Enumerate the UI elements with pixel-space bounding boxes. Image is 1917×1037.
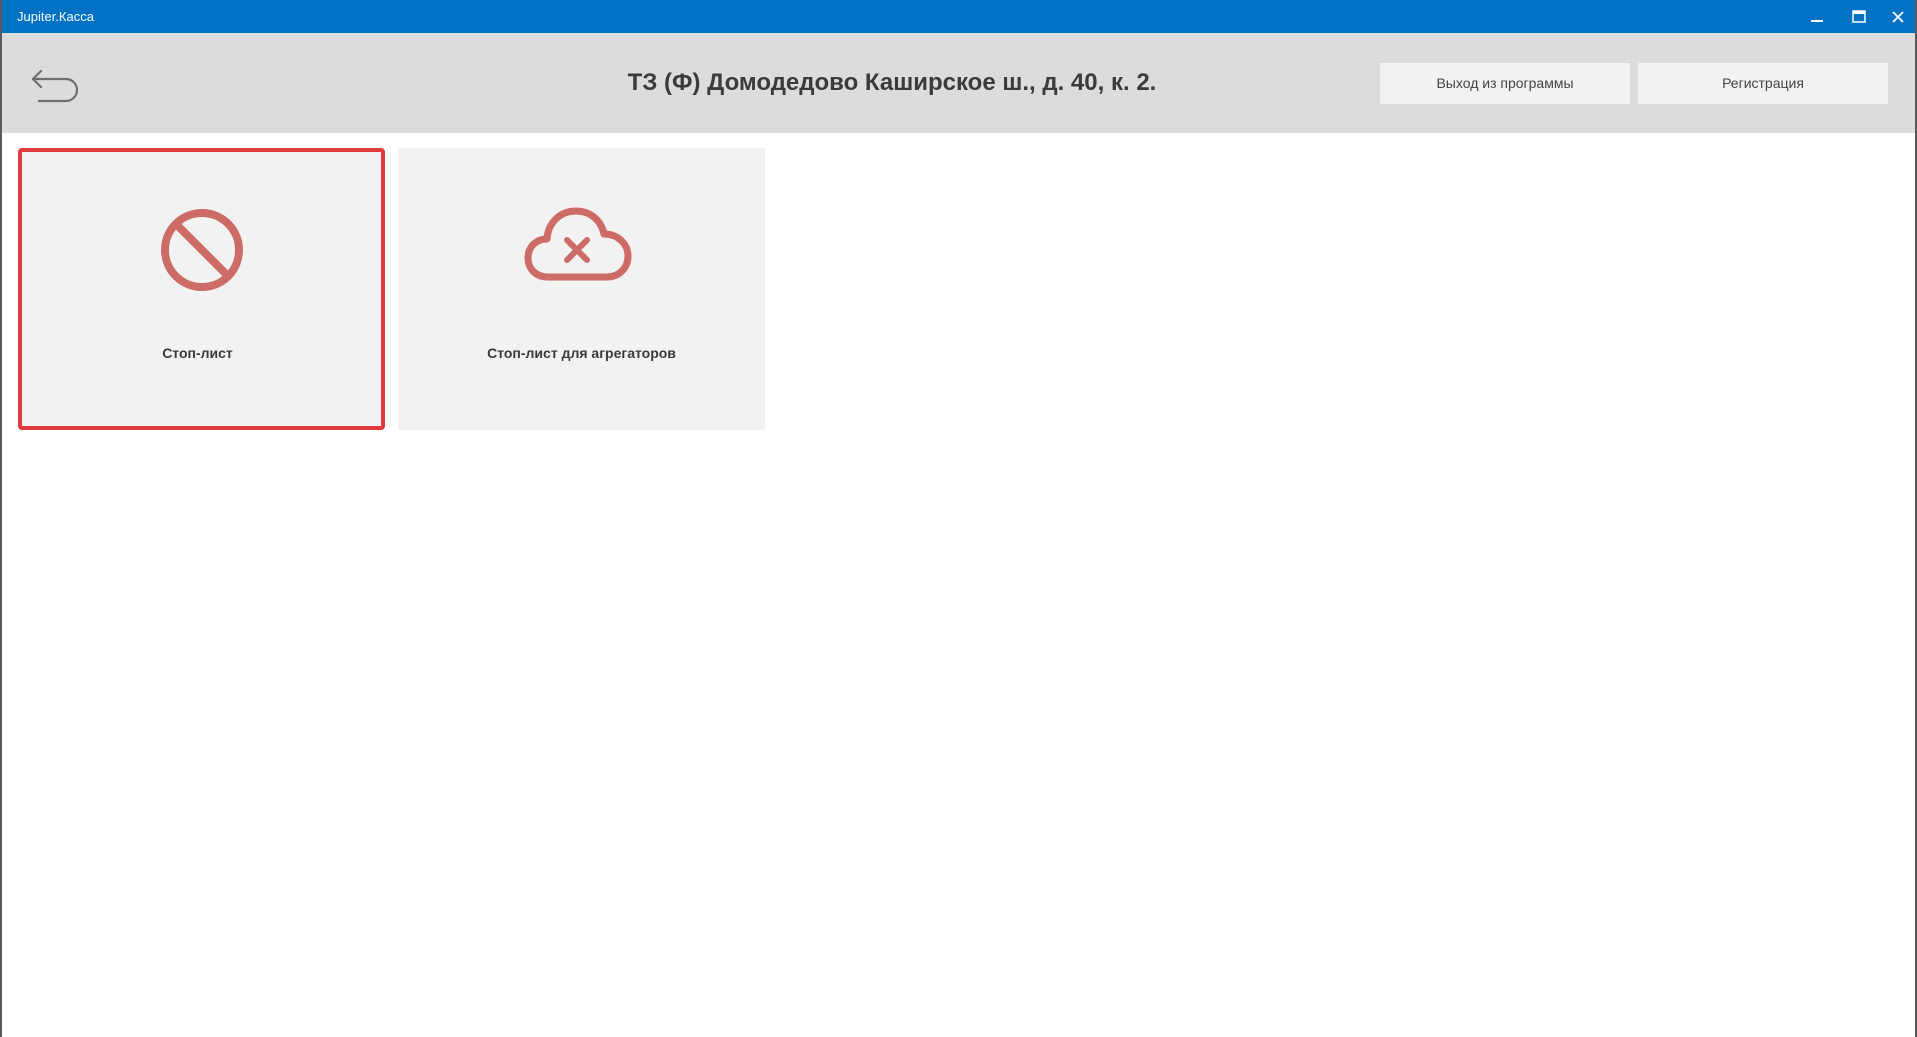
registration-button[interactable]: Регистрация: [1638, 63, 1888, 104]
maximize-button[interactable]: [1839, 0, 1879, 33]
title-bar: Jupiter.Касса: [2, 0, 1915, 33]
back-arrow-icon: [31, 69, 79, 103]
window-title: Jupiter.Касса: [17, 9, 94, 24]
tile-stop-list[interactable]: Стоп-лист: [18, 148, 385, 430]
close-button[interactable]: [1878, 0, 1917, 33]
maximize-icon: [1852, 10, 1866, 23]
tile-label: Стоп-лист для агрегаторов: [487, 345, 676, 361]
tile-label: Стоп-лист: [162, 345, 233, 361]
app-window: Jupiter.Касса ТЗ (Ф) Домодедово Каширско…: [0, 0, 1917, 1037]
page-title: ТЗ (Ф) Домодедово Каширское ш., д. 40, к…: [627, 69, 1157, 96]
minimize-button[interactable]: [1797, 0, 1837, 33]
header-bar: ТЗ (Ф) Домодедово Каширское ш., д. 40, к…: [2, 33, 1915, 133]
minimize-icon: [1811, 20, 1823, 22]
close-icon: [1892, 11, 1904, 23]
back-button[interactable]: [28, 59, 84, 109]
exit-program-button[interactable]: Выход из программы: [1380, 63, 1630, 104]
tile-stop-list-aggregators[interactable]: Стоп-лист для агрегаторов: [398, 148, 765, 430]
cloud-x-icon: [524, 207, 632, 281]
prohibited-icon: [161, 209, 243, 291]
